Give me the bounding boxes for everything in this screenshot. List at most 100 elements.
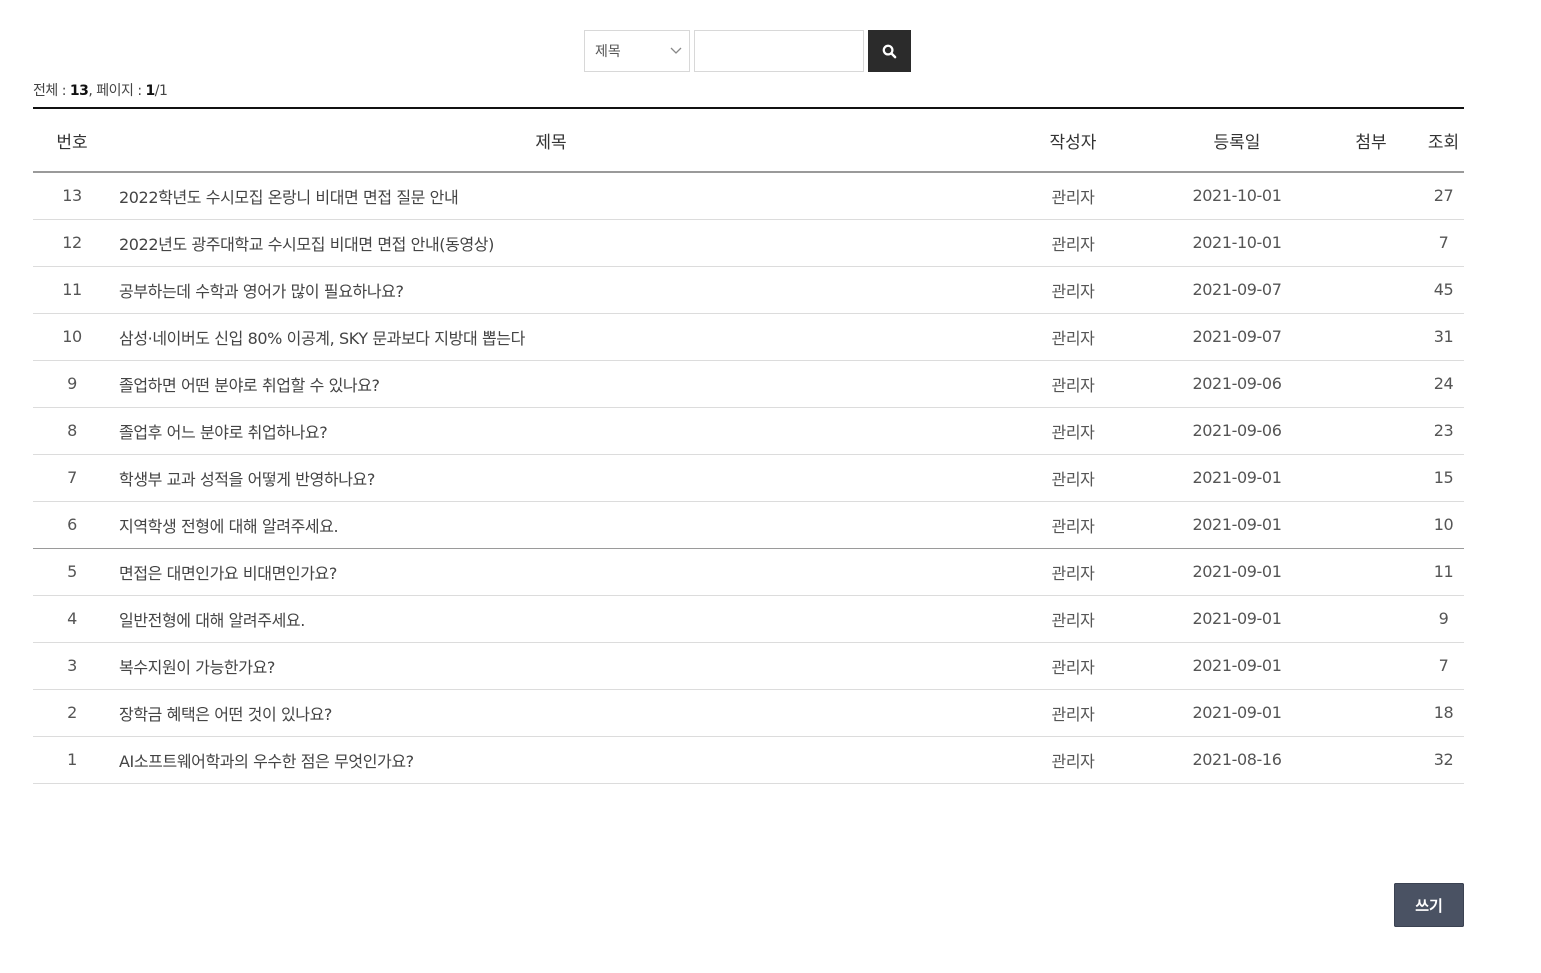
post-title-link[interactable]: 공부하는데 수학과 영어가 많이 필요하나요? xyxy=(111,266,991,314)
search-input[interactable] xyxy=(694,30,864,72)
cell-date: 2021-09-01 xyxy=(1155,595,1319,643)
cell-author: 관리자 xyxy=(991,689,1155,737)
cell-num: 2 xyxy=(33,689,111,737)
cell-author: 관리자 xyxy=(991,595,1155,643)
cell-author: 관리자 xyxy=(991,407,1155,455)
cell-attach xyxy=(1319,642,1423,690)
cell-date: 2021-09-06 xyxy=(1155,360,1319,408)
cell-author: 관리자 xyxy=(991,219,1155,267)
cell-date: 2021-09-01 xyxy=(1155,642,1319,690)
cell-views: 18 xyxy=(1423,689,1464,737)
cell-date: 2021-08-16 xyxy=(1155,736,1319,784)
post-title-link[interactable]: AI소프트웨어학과의 우수한 점은 무엇인가요? xyxy=(111,736,991,784)
cell-attach xyxy=(1319,313,1423,361)
cell-date: 2021-09-01 xyxy=(1155,501,1319,549)
cell-author: 관리자 xyxy=(991,642,1155,690)
cell-views: 7 xyxy=(1423,642,1464,690)
cell-views: 45 xyxy=(1423,266,1464,314)
cell-date: 2021-09-07 xyxy=(1155,313,1319,361)
post-title-link[interactable]: 장학금 혜택은 어떤 것이 있나요? xyxy=(111,689,991,737)
table-row[interactable]: 10 삼성·네이버도 신입 80% 이공계, SKY 문과보다 지방대 뽑는다 관리… xyxy=(33,313,1464,361)
cell-author: 관리자 xyxy=(991,360,1155,408)
cell-date: 2021-09-06 xyxy=(1155,407,1319,455)
cell-date: 2021-09-01 xyxy=(1155,548,1319,596)
cell-num: 12 xyxy=(33,219,111,267)
cell-date: 2021-10-01 xyxy=(1155,172,1319,220)
cell-views: 24 xyxy=(1423,360,1464,408)
cell-num: 7 xyxy=(33,454,111,502)
cell-views: 10 xyxy=(1423,501,1464,549)
header-num: 번호 xyxy=(33,107,111,173)
cell-num: 4 xyxy=(33,595,111,643)
cell-attach xyxy=(1319,407,1423,455)
post-title-link[interactable]: 학생부 교과 성적을 어떻게 반영하나요? xyxy=(111,454,991,502)
cell-attach xyxy=(1319,548,1423,596)
current-page: 1 xyxy=(145,83,156,99)
cell-views: 27 xyxy=(1423,172,1464,220)
table-row[interactable]: 4 일반전형에 대해 알려주세요. 관리자 2021-09-01 9 xyxy=(33,595,1464,643)
cell-num: 9 xyxy=(33,360,111,408)
table-row[interactable]: 6 지역학생 전형에 대해 알려주세요. 관리자 2021-09-01 10 xyxy=(33,501,1464,549)
search-icon xyxy=(882,44,897,59)
post-title-link[interactable]: 2022년도 광주대학교 수시모집 비대면 면접 안내(동영상) xyxy=(111,219,991,267)
cell-author: 관리자 xyxy=(991,172,1155,220)
cell-num: 8 xyxy=(33,407,111,455)
table-row[interactable]: 12 2022년도 광주대학교 수시모집 비대면 면접 안내(동영상) 관리자 202… xyxy=(33,219,1464,267)
cell-attach xyxy=(1319,736,1423,784)
header-title: 제목 xyxy=(111,107,991,173)
cell-num: 1 xyxy=(33,736,111,784)
cell-attach xyxy=(1319,172,1423,220)
total-label: 전체 : xyxy=(33,83,70,99)
post-title-link[interactable]: 지역학생 전형에 대해 알려주세요. xyxy=(111,501,991,549)
cell-author: 관리자 xyxy=(991,313,1155,361)
post-title-link[interactable]: 졸업후 어느 분야로 취업하나요? xyxy=(111,407,991,455)
cell-date: 2021-09-01 xyxy=(1155,689,1319,737)
cell-date: 2021-09-07 xyxy=(1155,266,1319,314)
table-header-row: 번호 제목 작성자 등록일 첨부 조회 xyxy=(33,107,1464,173)
table-row[interactable]: 5 면접은 대면인가요 비대면인가요? 관리자 2021-09-01 11 xyxy=(33,548,1464,596)
table-row[interactable]: 8 졸업후 어느 분야로 취업하나요? 관리자 2021-09-06 23 xyxy=(33,407,1464,455)
table-row[interactable]: 1 AI소프트웨어학과의 우수한 점은 무엇인가요? 관리자 2021-08-16 32 xyxy=(33,736,1464,784)
search-field-selected: 제목 xyxy=(595,44,621,60)
table-row[interactable]: 13 2022학년도 수시모집 온랑니 비대면 면접 질문 안내 관리자 2021-1… xyxy=(33,172,1464,220)
cell-author: 관리자 xyxy=(991,736,1155,784)
page-label: , 페이지 : xyxy=(88,83,146,99)
cell-views: 32 xyxy=(1423,736,1464,784)
table-body: 13 2022학년도 수시모집 온랑니 비대면 면접 질문 안내 관리자 2021-1… xyxy=(33,172,1464,784)
cell-author: 관리자 xyxy=(991,266,1155,314)
post-title-link[interactable]: 일반전형에 대해 알려주세요. xyxy=(111,595,991,643)
cell-author: 관리자 xyxy=(991,548,1155,596)
table-row[interactable]: 11 공부하는데 수학과 영어가 많이 필요하나요? 관리자 2021-09-07 45 xyxy=(33,266,1464,314)
cell-num: 5 xyxy=(33,548,111,596)
post-title-link[interactable]: 삼성·네이버도 신입 80% 이공계, SKY 문과보다 지방대 뽑는다 xyxy=(111,313,991,361)
cell-attach xyxy=(1319,689,1423,737)
write-button[interactable]: 쓰기 xyxy=(1394,883,1464,927)
cell-views: 7 xyxy=(1423,219,1464,267)
table-row[interactable]: 3 복수지원이 가능한가요? 관리자 2021-09-01 7 xyxy=(33,642,1464,690)
cell-author: 관리자 xyxy=(991,501,1155,549)
cell-num: 6 xyxy=(33,501,111,549)
cell-views: 23 xyxy=(1423,407,1464,455)
search-field-select[interactable]: 제목 xyxy=(584,30,690,72)
post-title-link[interactable]: 졸업하면 어떤 분야로 취업할 수 있나요? xyxy=(111,360,991,408)
cell-attach xyxy=(1319,454,1423,502)
cell-attach xyxy=(1319,360,1423,408)
board-table: 번호 제목 작성자 등록일 첨부 조회 13 2022학년도 수시모집 온랑니 비… xyxy=(33,107,1464,784)
cell-views: 31 xyxy=(1423,313,1464,361)
search-bar: 제목 xyxy=(584,30,911,72)
total-pages: /1 xyxy=(154,83,168,99)
cell-date: 2021-10-01 xyxy=(1155,219,1319,267)
board-summary: 전체 : 13, 페이지 : 1/1 xyxy=(33,80,168,100)
header-attach: 첨부 xyxy=(1319,107,1423,173)
table-row[interactable]: 2 장학금 혜택은 어떤 것이 있나요? 관리자 2021-09-01 18 xyxy=(33,689,1464,737)
cell-views: 9 xyxy=(1423,595,1464,643)
post-title-link[interactable]: 복수지원이 가능한가요? xyxy=(111,642,991,690)
table-row[interactable]: 7 학생부 교과 성적을 어떻게 반영하나요? 관리자 2021-09-01 15 xyxy=(33,454,1464,502)
cell-attach xyxy=(1319,219,1423,267)
post-title-link[interactable]: 면접은 대면인가요 비대면인가요? xyxy=(111,548,991,596)
post-title-link[interactable]: 2022학년도 수시모집 온랑니 비대면 면접 질문 안내 xyxy=(111,172,991,220)
cell-attach xyxy=(1319,595,1423,643)
search-button[interactable] xyxy=(868,30,911,72)
table-row[interactable]: 9 졸업하면 어떤 분야로 취업할 수 있나요? 관리자 2021-09-06 24 xyxy=(33,360,1464,408)
cell-attach xyxy=(1319,266,1423,314)
